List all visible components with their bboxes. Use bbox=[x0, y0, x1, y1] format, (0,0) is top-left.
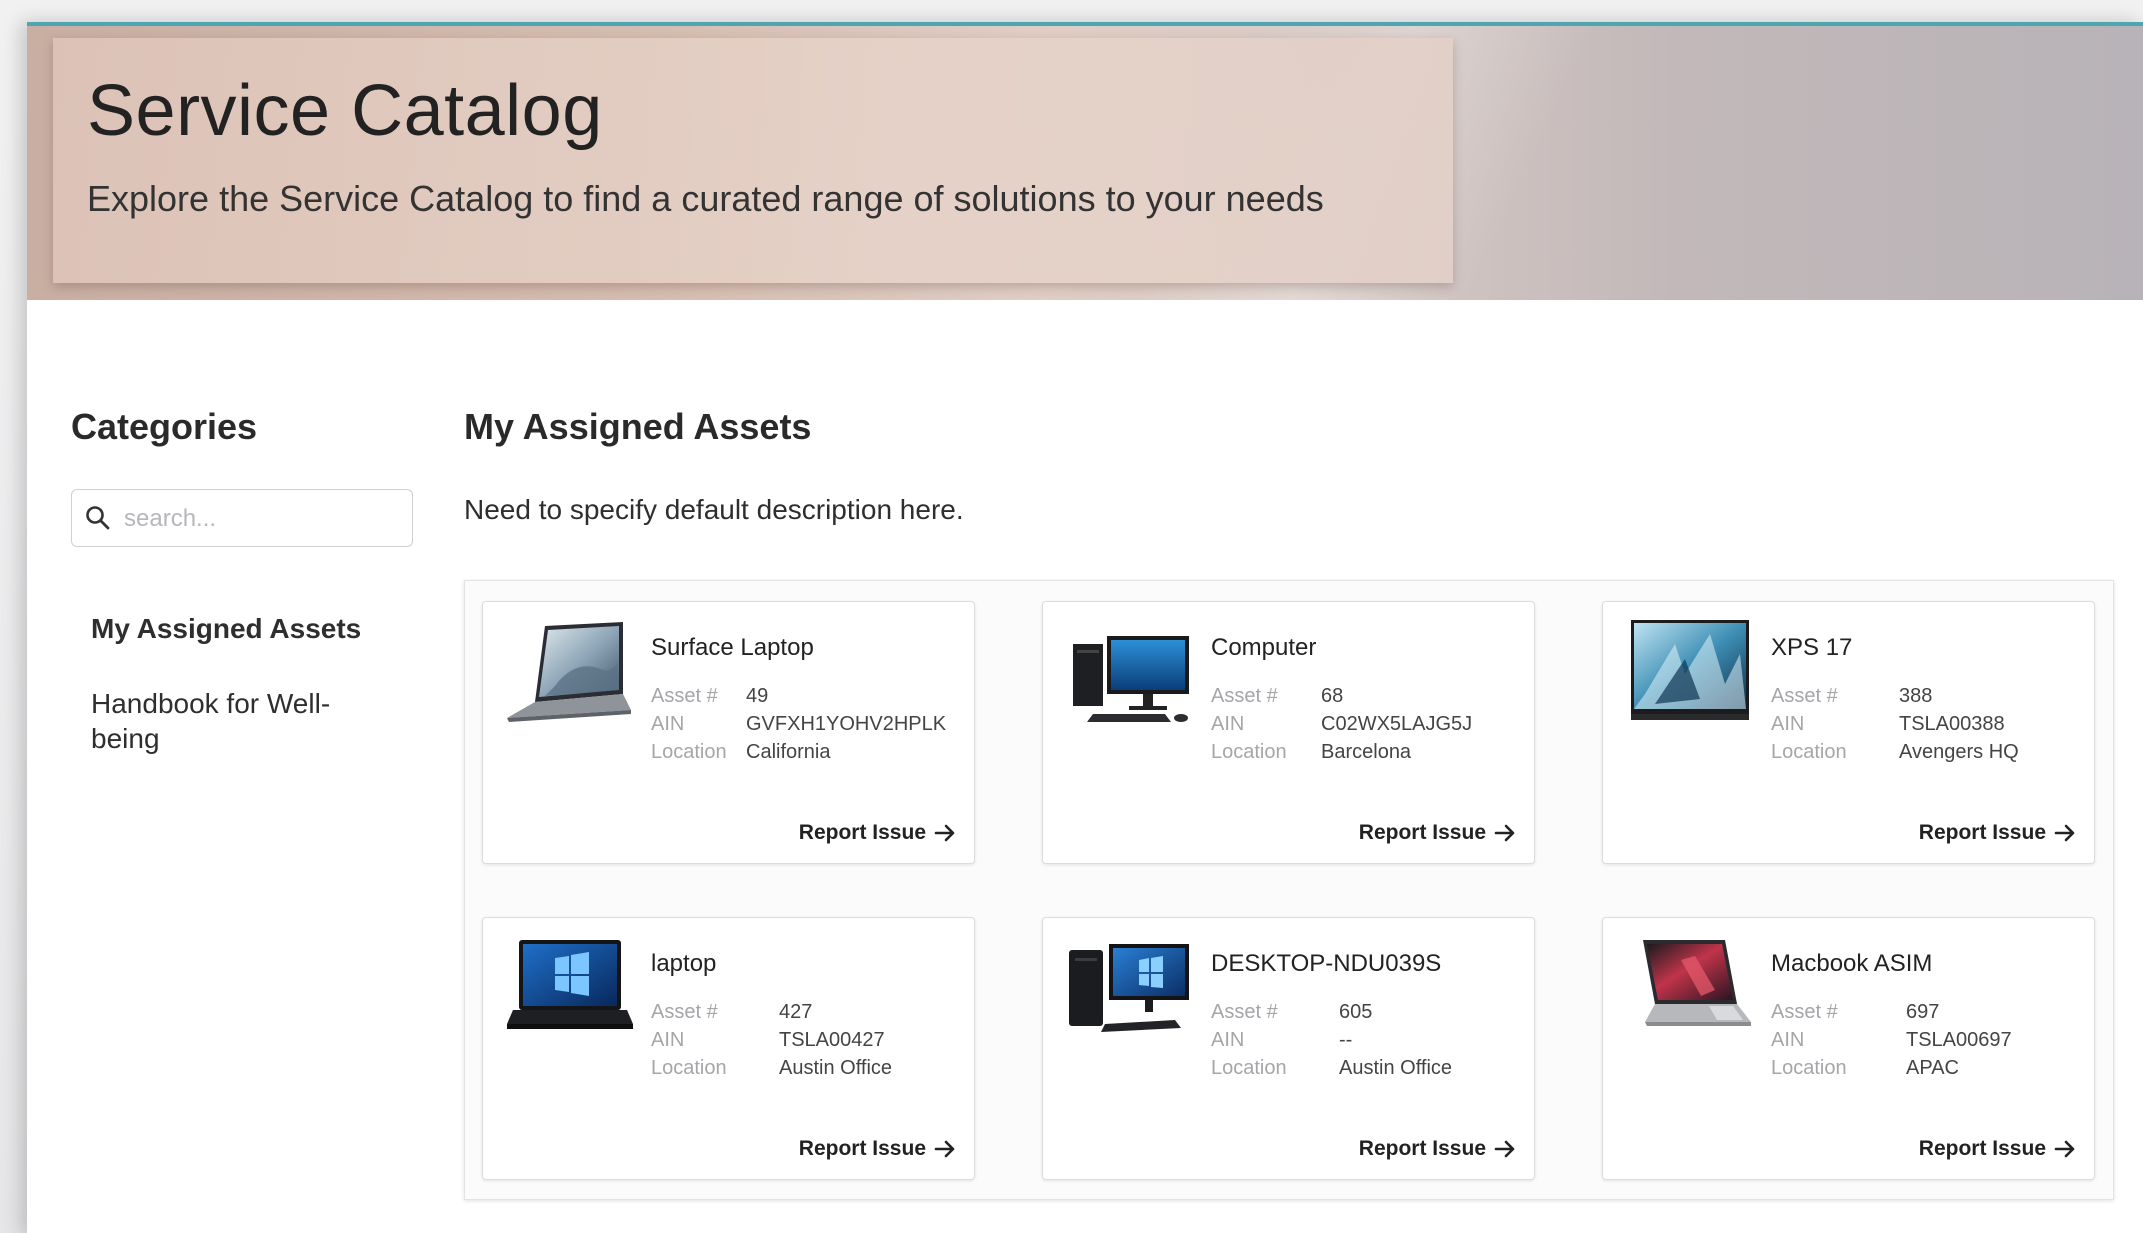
asset-meta: Asset # 68 AIN C02WX5LAJG5J Location Barcel… bbox=[1211, 682, 1472, 766]
location-label: Location bbox=[1211, 1057, 1287, 1079]
asset-meta: Asset # 49 AIN GVFXH1YOHV2HPLK Location Cal… bbox=[651, 682, 946, 766]
arrow-right-icon bbox=[934, 824, 955, 842]
asset-meta: Asset # 605 AIN -- Location Austin Office bbox=[1211, 998, 1452, 1082]
asset-card-xps-17[interactable]: XPS 17 Asset #388 AIN TSLA00388 Location A… bbox=[1602, 601, 2095, 864]
asset-meta: Asset # 427 AIN TSLA00427 Location Austin O… bbox=[651, 998, 892, 1082]
asset-name: laptop bbox=[651, 950, 717, 977]
windows-laptop-icon bbox=[507, 940, 633, 1029]
arrow-right-icon bbox=[2054, 824, 2075, 842]
sidebar-item-handbook[interactable]: Handbook for Well-being bbox=[91, 686, 371, 756]
arrow-right-icon bbox=[1494, 824, 1515, 842]
asset-name: XPS 17 bbox=[1771, 634, 1853, 661]
search-icon bbox=[86, 506, 110, 530]
report-issue-button[interactable]: Report Issue bbox=[1919, 821, 2076, 845]
location-label: Location bbox=[651, 1057, 727, 1079]
ain-value: GVFXH1YOHV2HPLK bbox=[746, 713, 947, 735]
location-value: Austin Office bbox=[1339, 1057, 1453, 1079]
ain-label: AIN bbox=[1211, 1029, 1245, 1051]
arrow-right-icon bbox=[934, 1140, 955, 1158]
location-value: Barcelona bbox=[1321, 741, 1412, 763]
ain-value: TSLA00388 bbox=[1899, 713, 2005, 735]
service-catalog-page: Service Catalog Explore the Service Cata… bbox=[27, 22, 2143, 1233]
asset-number-value: 68 bbox=[1321, 685, 1344, 707]
ain-label: AIN bbox=[1211, 713, 1245, 735]
asset-card-surface-laptop[interactable]: Surface Laptop Asset # 49 AIN GVFXH1YOHV2H… bbox=[482, 601, 975, 864]
report-issue-label: Report Issue bbox=[1358, 821, 1486, 844]
asset-number-label: Asset # bbox=[1211, 1001, 1278, 1023]
ain-value: C02WX5LAJG5J bbox=[1321, 713, 1473, 735]
macbook-icon bbox=[1643, 940, 1751, 1026]
report-issue-button[interactable]: Report Issue bbox=[1359, 821, 1516, 845]
report-issue-label: Report Issue bbox=[1918, 821, 2046, 844]
xps-laptop-icon bbox=[1631, 620, 1749, 720]
app-frame: Service Catalog Explore the Service Cata… bbox=[0, 0, 2143, 1233]
asset-number-value: 697 bbox=[1906, 1001, 1940, 1023]
report-issue-button[interactable]: Report Issue bbox=[1359, 1137, 1516, 1161]
asset-number-label: Asset # bbox=[1771, 685, 1838, 707]
asset-number-value: 427 bbox=[779, 1001, 813, 1023]
categories-title: Categories bbox=[71, 406, 258, 447]
report-issue-button[interactable]: Report Issue bbox=[1919, 1137, 2076, 1161]
report-issue-label: Report Issue bbox=[1358, 1137, 1486, 1160]
asset-name: DESKTOP-NDU039S bbox=[1211, 950, 1442, 977]
asset-name: Surface Laptop bbox=[651, 634, 814, 661]
sidebar-item-my-assigned-assets[interactable]: My Assigned Assets bbox=[91, 611, 391, 646]
page-subtitle: Explore the Service Catalog to find a cu… bbox=[87, 178, 1324, 219]
ain-label: AIN bbox=[651, 1029, 685, 1051]
category-search-input[interactable] bbox=[122, 498, 406, 540]
asset-card-laptop[interactable]: laptop Asset #427 AIN TSLA00427 Location A… bbox=[482, 917, 975, 1180]
ain-label: AIN bbox=[1771, 1029, 1805, 1051]
category-search-box[interactable] bbox=[71, 489, 413, 547]
page-title: Service Catalog bbox=[87, 71, 603, 151]
report-issue-label: Report Issue bbox=[798, 821, 926, 844]
location-value: APAC bbox=[1906, 1057, 1959, 1079]
location-label: Location bbox=[1771, 1057, 1847, 1079]
desktop-tower-icon bbox=[1069, 944, 1189, 1032]
location-label: Location bbox=[1211, 741, 1287, 763]
asset-meta: Asset # 697 AIN TSLA00697 Location APAC bbox=[1771, 998, 2012, 1082]
surface-laptop-icon bbox=[507, 622, 631, 722]
asset-card-desktop-ndu039s[interactable]: DESKTOP-NDU039S Asset # 605 AIN -- Locatio… bbox=[1042, 917, 1535, 1180]
arrow-right-icon bbox=[2054, 1140, 2075, 1158]
ain-label: AIN bbox=[1771, 713, 1805, 735]
location-label: Location bbox=[651, 741, 727, 763]
report-issue-label: Report Issue bbox=[798, 1137, 926, 1160]
asset-number-label: Asset # bbox=[1771, 1001, 1838, 1023]
location-value: Austin Office bbox=[779, 1057, 893, 1079]
location-value: Avengers HQ bbox=[1899, 741, 2019, 763]
asset-number-value: 388 bbox=[1899, 685, 1933, 707]
report-issue-label: Report Issue bbox=[1918, 1137, 2046, 1160]
ain-value: TSLA00697 bbox=[1906, 1029, 2012, 1051]
asset-card-computer[interactable]: Computer Asset # 68 AIN C02WX5LAJG5J Locat… bbox=[1042, 601, 1535, 864]
report-issue-button[interactable]: Report Issue bbox=[799, 821, 956, 845]
asset-name: Computer bbox=[1211, 634, 1317, 661]
asset-number-label: Asset # bbox=[1211, 685, 1278, 707]
location-value: California bbox=[746, 741, 831, 763]
desktop-computer-icon bbox=[1073, 636, 1189, 722]
location-label: Location bbox=[1771, 741, 1847, 763]
report-issue-button[interactable]: Report Issue bbox=[799, 1137, 956, 1161]
ain-label: AIN bbox=[651, 713, 685, 735]
asset-name: Macbook ASIM bbox=[1771, 950, 1933, 977]
arrow-right-icon bbox=[1494, 1140, 1515, 1158]
section-title: My Assigned Assets bbox=[464, 406, 812, 447]
ain-value: -- bbox=[1339, 1029, 1353, 1051]
asset-number-label: Asset # bbox=[651, 685, 718, 707]
hero-banner: Service Catalog Explore the Service Cata… bbox=[27, 26, 2143, 300]
asset-card-macbook-asim[interactable]: Macbook ASIM Asset # 697 AIN TSLA00697 Loc… bbox=[1602, 917, 2095, 1180]
ain-value: TSLA00427 bbox=[779, 1029, 885, 1051]
asset-meta: Asset # 388 AIN TSLA00388 Location Avengers… bbox=[1771, 682, 2019, 766]
section-description: Need to specify default description here… bbox=[464, 494, 964, 525]
asset-number-value: 605 bbox=[1339, 1001, 1373, 1023]
assets-panel: Surface Laptop Asset # 49 AIN GVFXH1YOHV2H… bbox=[464, 580, 2114, 1200]
asset-number-label: Asset # bbox=[651, 1001, 718, 1023]
asset-number-value: 49 bbox=[746, 685, 769, 707]
